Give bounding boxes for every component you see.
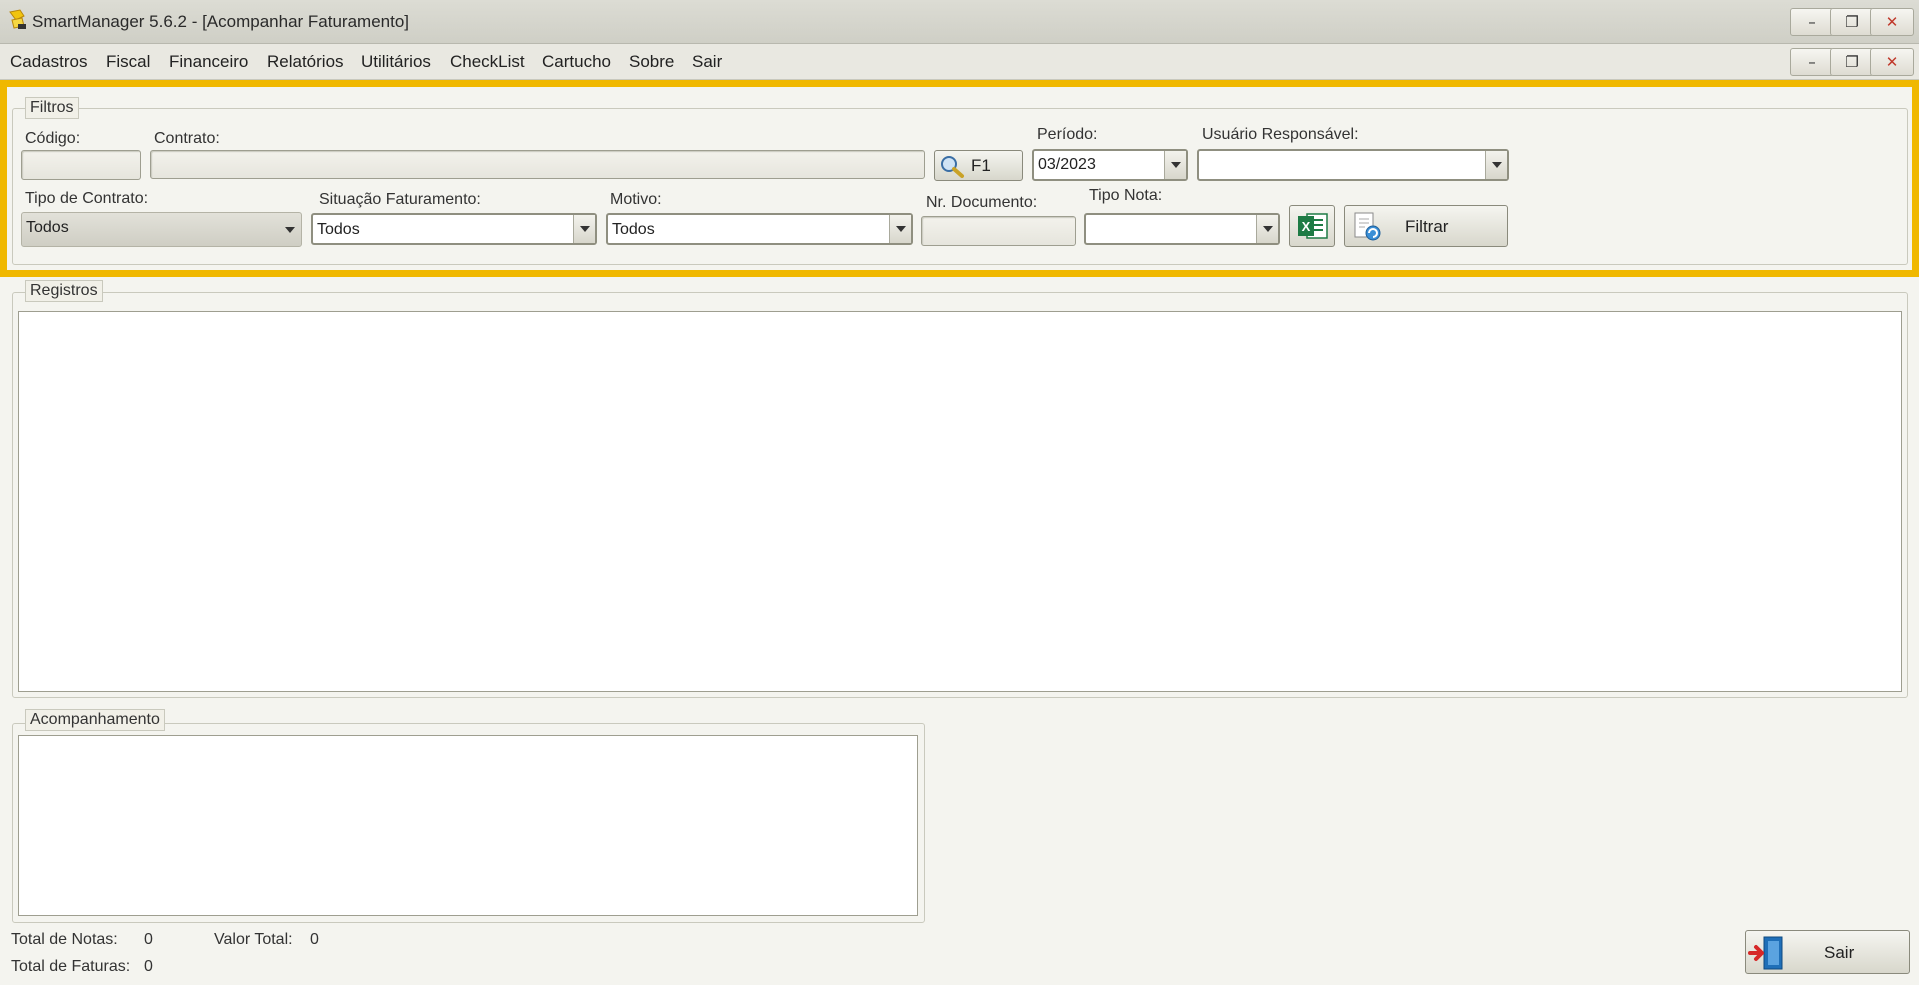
motivo-value: Todos: [612, 221, 655, 238]
export-excel-button[interactable]: X: [1289, 205, 1335, 247]
tipo-contrato-select[interactable]: Todos: [21, 212, 302, 247]
registros-grid[interactable]: [18, 311, 1902, 692]
usuario-select[interactable]: [1197, 149, 1509, 181]
valor-total-label: Valor Total:: [214, 931, 293, 948]
situacao-value: Todos: [317, 221, 360, 238]
total-faturas-value: 0: [144, 958, 153, 975]
tipo-nota-select[interactable]: [1084, 213, 1280, 245]
acompanhamento-grid[interactable]: [18, 735, 918, 916]
minimize-button[interactable]: –: [1790, 8, 1834, 36]
nr-documento-label: Nr. Documento:: [926, 194, 1038, 211]
close-button[interactable]: ✕: [1870, 8, 1914, 36]
periodo-date-picker[interactable]: 03/2023: [1032, 149, 1188, 181]
menu-relatorios[interactable]: Relatórios: [267, 52, 344, 72]
tipo-nota-label: Tipo Nota:: [1089, 187, 1163, 204]
acompanhamento-legend: Acompanhamento: [25, 709, 165, 731]
chevron-down-icon[interactable]: [573, 215, 595, 243]
filtrar-label: Filtrar: [1405, 217, 1449, 236]
motivo-label: Motivo:: [610, 191, 662, 208]
chevron-down-icon[interactable]: [889, 215, 911, 243]
mdi-minimize-button[interactable]: –: [1790, 48, 1834, 76]
sair-label: Sair: [1824, 943, 1855, 962]
menu-sobre[interactable]: Sobre: [629, 52, 674, 72]
motivo-select[interactable]: Todos: [606, 213, 913, 245]
search-button-label: F1: [971, 156, 991, 175]
codigo-input[interactable]: [21, 150, 141, 180]
situacao-select[interactable]: Todos: [311, 213, 597, 245]
menu-checklist[interactable]: CheckList: [450, 52, 525, 72]
menu-cadastros[interactable]: Cadastros: [10, 52, 87, 72]
contrato-input[interactable]: [150, 150, 925, 179]
chevron-down-icon[interactable]: [1164, 151, 1186, 179]
periodo-value: 03/2023: [1038, 156, 1096, 173]
search-contrato-button[interactable]: F1: [934, 150, 1023, 181]
sair-button[interactable]: Sair: [1745, 930, 1910, 974]
search-icon: [941, 156, 964, 178]
usuario-label: Usuário Responsável:: [1202, 126, 1359, 143]
filtros-legend: Filtros: [25, 97, 79, 119]
excel-icon: X: [1298, 213, 1328, 239]
valor-total-value: 0: [310, 931, 319, 948]
exit-door-icon: [1748, 936, 1783, 970]
menu-bar: Cadastros Fiscal Financeiro Relatórios U…: [0, 44, 1919, 80]
total-notas-label: Total de Notas:: [11, 931, 118, 948]
situacao-label: Situação Faturamento:: [319, 191, 481, 208]
registros-legend: Registros: [25, 280, 103, 302]
menu-utilitarios[interactable]: Utilitários: [361, 52, 431, 72]
window-title: SmartManager 5.6.2 - [Acompanhar Faturam…: [32, 12, 410, 31]
menu-sair[interactable]: Sair: [692, 52, 722, 72]
svg-text:X: X: [1302, 219, 1311, 234]
chevron-down-icon[interactable]: [1485, 151, 1507, 179]
mdi-restore-button[interactable]: ❐: [1830, 48, 1874, 76]
tipo-contrato-label: Tipo de Contrato:: [25, 190, 149, 207]
menu-fiscal[interactable]: Fiscal: [106, 52, 150, 72]
menu-financeiro[interactable]: Financeiro: [169, 52, 248, 72]
nr-documento-input[interactable]: [921, 216, 1076, 246]
chevron-down-icon[interactable]: [279, 213, 301, 246]
periodo-label: Período:: [1037, 126, 1098, 143]
app-logo-icon: [9, 9, 26, 29]
chevron-down-icon[interactable]: [1256, 215, 1278, 243]
document-refresh-icon: [1354, 212, 1381, 241]
filtrar-button[interactable]: Filtrar: [1344, 205, 1508, 247]
codigo-label: Código:: [25, 130, 81, 147]
total-faturas-label: Total de Faturas:: [11, 958, 131, 975]
total-notas-value: 0: [144, 931, 153, 948]
mdi-close-button[interactable]: ✕: [1870, 48, 1914, 76]
tipo-contrato-value: Todos: [26, 219, 69, 236]
title-bar: SmartManager 5.6.2 - [Acompanhar Faturam…: [0, 0, 1919, 44]
contrato-label: Contrato:: [154, 130, 220, 147]
restore-button[interactable]: ❐: [1830, 8, 1874, 36]
menu-cartucho[interactable]: Cartucho: [542, 52, 611, 72]
